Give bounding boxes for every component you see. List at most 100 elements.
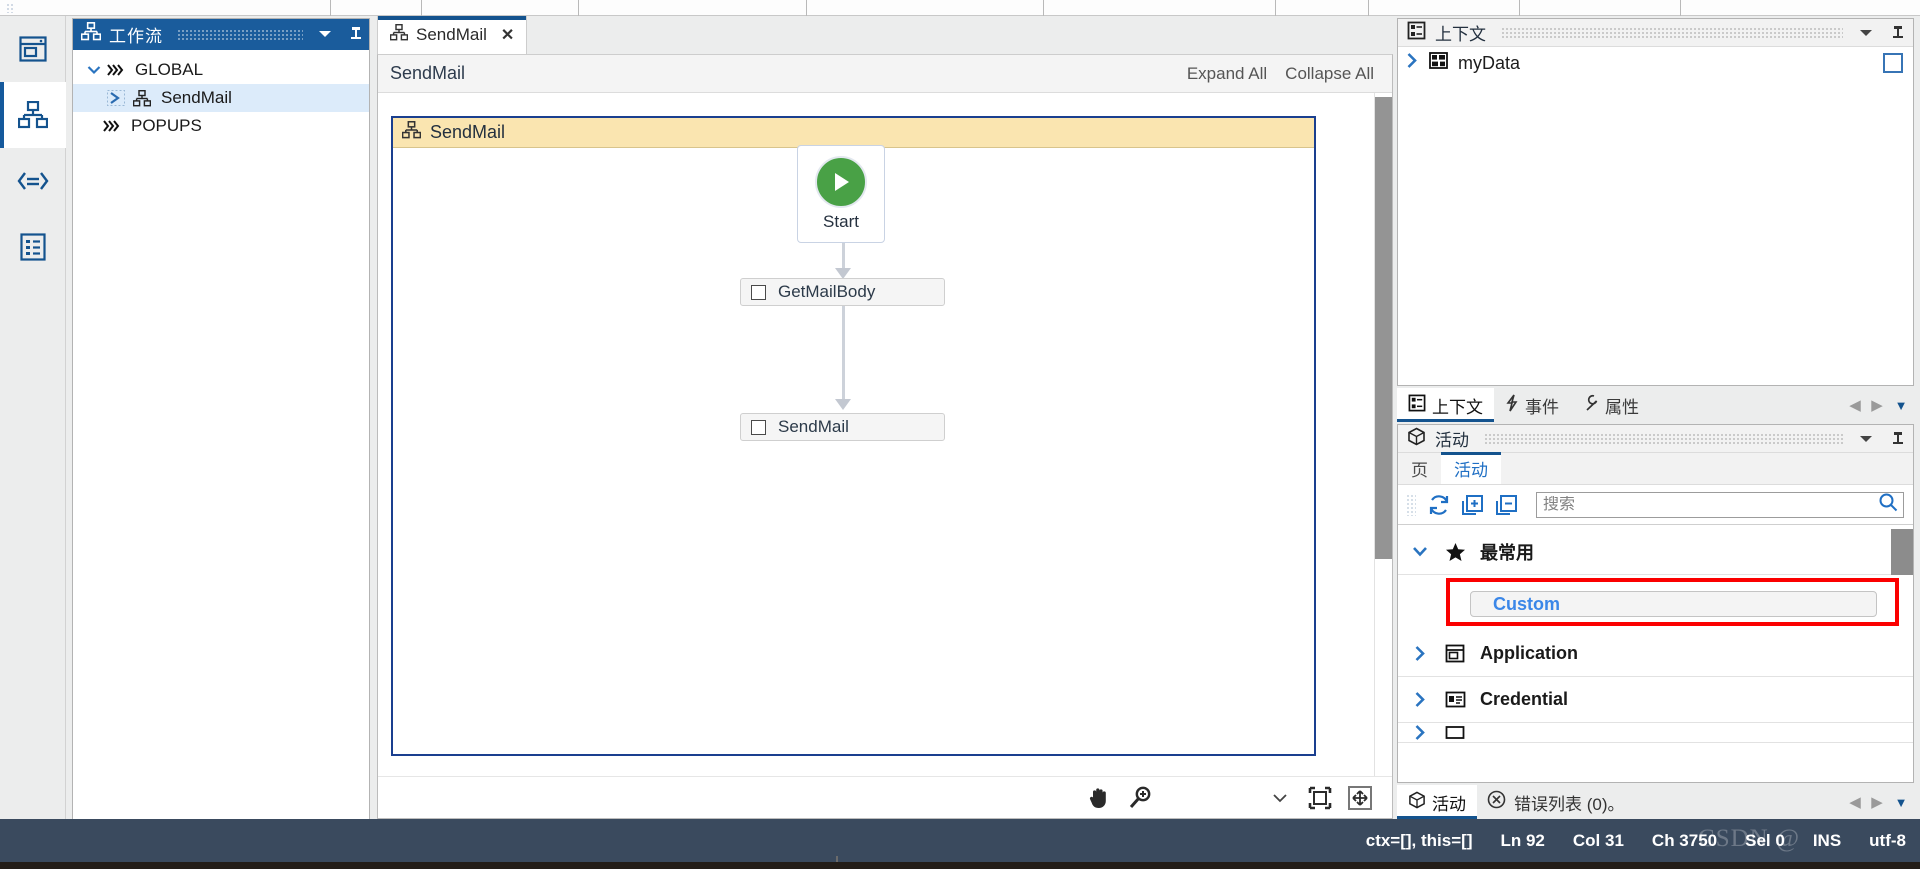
panel-drag-handle[interactable] xyxy=(1501,27,1843,38)
tree-item-popups[interactable]: POPUPS xyxy=(73,112,369,140)
activity-group-application[interactable]: Application xyxy=(1398,631,1913,677)
subtab-page[interactable]: 页 xyxy=(1398,452,1441,484)
script-icon xyxy=(17,168,49,194)
chevron-right-icon[interactable]: ▶ xyxy=(1866,396,1888,414)
tab-events[interactable]: 事件 xyxy=(1494,388,1570,422)
refresh-icon[interactable] xyxy=(1422,488,1456,522)
chevron-right-icon[interactable] xyxy=(1410,724,1430,741)
panel-drag-handle[interactable] xyxy=(1484,433,1843,444)
activity-panel: 活动 页 活动 搜索 最常用 Custom Application Creden… xyxy=(1397,424,1914,783)
right-panel-column: 上下文 myData 上下文 事件 属性 ◀ ▶ ▼ 活动 页 活动 搜索 最常… xyxy=(1393,16,1920,819)
fit-page-icon[interactable] xyxy=(1340,778,1380,818)
activity-group-list: 最常用 Custom Application Credential xyxy=(1398,529,1913,782)
node-start[interactable]: Start xyxy=(797,145,885,243)
status-insert-mode: INS xyxy=(1812,830,1842,850)
chevron-right-icon[interactable] xyxy=(1406,52,1419,74)
search-input[interactable] xyxy=(1543,495,1878,514)
chevron-right-icon[interactable]: ▶ xyxy=(1866,793,1888,811)
toolbar-separator xyxy=(1043,0,1044,16)
activity-group-partial[interactable] xyxy=(1398,723,1913,743)
activity-group-label: 最常用 xyxy=(1480,542,1534,563)
tab-activity-bottom[interactable]: 活动 xyxy=(1397,785,1477,819)
node-checkbox[interactable] xyxy=(751,284,766,300)
toolbar-grip[interactable] xyxy=(1406,493,1416,516)
connector-line xyxy=(842,243,845,271)
tab-properties[interactable]: 属性 xyxy=(1570,388,1650,422)
collapse-all-icon[interactable] xyxy=(1490,488,1524,522)
workflow-icon xyxy=(401,121,422,144)
activity-subtabs: 页 活动 xyxy=(1398,452,1913,485)
expand-all-button[interactable]: Expand All xyxy=(1187,64,1267,84)
top-toolbar-strip xyxy=(0,0,1920,16)
node-sendmail[interactable]: SendMail xyxy=(740,413,945,441)
pin-icon[interactable] xyxy=(1891,25,1905,41)
chevron-down-icon[interactable]: ▼ xyxy=(1888,398,1914,413)
workflow-panel-header: 工作流 xyxy=(73,19,369,49)
pin-icon[interactable] xyxy=(1891,431,1905,447)
chevron-down-icon[interactable] xyxy=(1858,27,1874,39)
chevron-down-icon[interactable] xyxy=(1858,433,1874,445)
close-icon[interactable]: ✕ xyxy=(501,25,514,45)
tree-item-global[interactable]: GLOBAL xyxy=(73,56,369,84)
search-icon[interactable] xyxy=(1878,492,1898,517)
pin-icon[interactable] xyxy=(349,26,363,42)
tabbar-filler xyxy=(527,16,1393,54)
chevron-left-icon[interactable]: ◀ xyxy=(1844,396,1866,414)
application-window-icon xyxy=(19,36,47,62)
chevrons-right-icon xyxy=(105,64,127,76)
fit-content-icon[interactable] xyxy=(1300,778,1340,818)
activity-panel-title: 活动 xyxy=(1435,431,1469,450)
chevron-right-icon[interactable] xyxy=(1410,691,1430,708)
rail-item-script[interactable] xyxy=(0,148,66,214)
chevron-down-icon[interactable] xyxy=(83,65,105,75)
connector-line xyxy=(842,306,845,402)
context-panel-header: 上下文 xyxy=(1398,19,1913,47)
node-label: GetMailBody xyxy=(778,282,876,301)
rail-item-list[interactable] xyxy=(0,214,66,280)
node-getmailbody[interactable]: GetMailBody xyxy=(740,278,945,306)
chevron-down-icon[interactable] xyxy=(317,28,333,40)
canvas-vertical-scrollbar[interactable] xyxy=(1374,93,1392,776)
activity-item-custom[interactable]: Custom xyxy=(1470,591,1877,617)
rail-item-workflow[interactable] xyxy=(0,82,66,148)
chevron-down-icon[interactable]: ▼ xyxy=(1888,795,1914,810)
activity-group-credential[interactable]: Credential xyxy=(1398,677,1913,723)
context-item-checkbox[interactable] xyxy=(1883,53,1903,73)
tab-error-list[interactable]: 错误列表 (0)。 xyxy=(1477,790,1635,815)
chevron-down-icon[interactable] xyxy=(1260,778,1300,818)
chevron-down-icon[interactable] xyxy=(1410,546,1430,557)
page-title: SendMail xyxy=(390,63,466,83)
diagram-container: SendMail Start GetMailBody SendMail xyxy=(391,116,1316,756)
activity-search[interactable] xyxy=(1536,491,1904,518)
tree-item-sendmail[interactable]: SendMail xyxy=(73,84,369,112)
panel-drag-handle[interactable] xyxy=(177,28,303,40)
application-icon xyxy=(1444,644,1466,663)
scrollbar-thumb[interactable] xyxy=(1375,97,1392,559)
status-encoding: utf-8 xyxy=(1869,830,1906,850)
activity-list-scrollbar[interactable] xyxy=(1891,529,1913,575)
node-checkbox[interactable] xyxy=(751,419,766,435)
workflow-icon xyxy=(80,22,102,46)
rail-item-application[interactable] xyxy=(0,16,66,82)
activity-group-favorites[interactable]: 最常用 xyxy=(1398,529,1913,575)
tab-context[interactable]: 上下文 xyxy=(1397,388,1494,422)
chevron-right-icon[interactable] xyxy=(1410,645,1430,662)
editor-header: SendMail Expand All Collapse All xyxy=(378,55,1392,93)
pan-hand-icon[interactable] xyxy=(1080,778,1120,818)
toolbar-separator xyxy=(1519,0,1520,16)
toolbar-separator xyxy=(330,0,331,16)
toolbar-grip[interactable] xyxy=(6,3,14,13)
error-circle-icon xyxy=(1487,790,1506,814)
context-item-label: myData xyxy=(1458,52,1521,73)
diagram-title: SendMail xyxy=(430,122,506,142)
zoom-in-icon[interactable] xyxy=(1120,778,1160,818)
toolbar-separator xyxy=(1368,0,1369,16)
chevron-left-icon[interactable]: ◀ xyxy=(1844,793,1866,811)
context-item-mydata[interactable]: myData xyxy=(1398,47,1913,79)
tab-sendmail[interactable]: SendMail ✕ xyxy=(377,16,528,54)
subtab-activity[interactable]: 活动 xyxy=(1441,452,1501,484)
diagram-canvas[interactable]: SendMail Start GetMailBody SendMail xyxy=(378,93,1392,776)
activity-panel-header: 活动 xyxy=(1398,425,1913,453)
collapse-all-button[interactable]: Collapse All xyxy=(1285,64,1374,84)
expand-all-icon[interactable] xyxy=(1456,488,1490,522)
